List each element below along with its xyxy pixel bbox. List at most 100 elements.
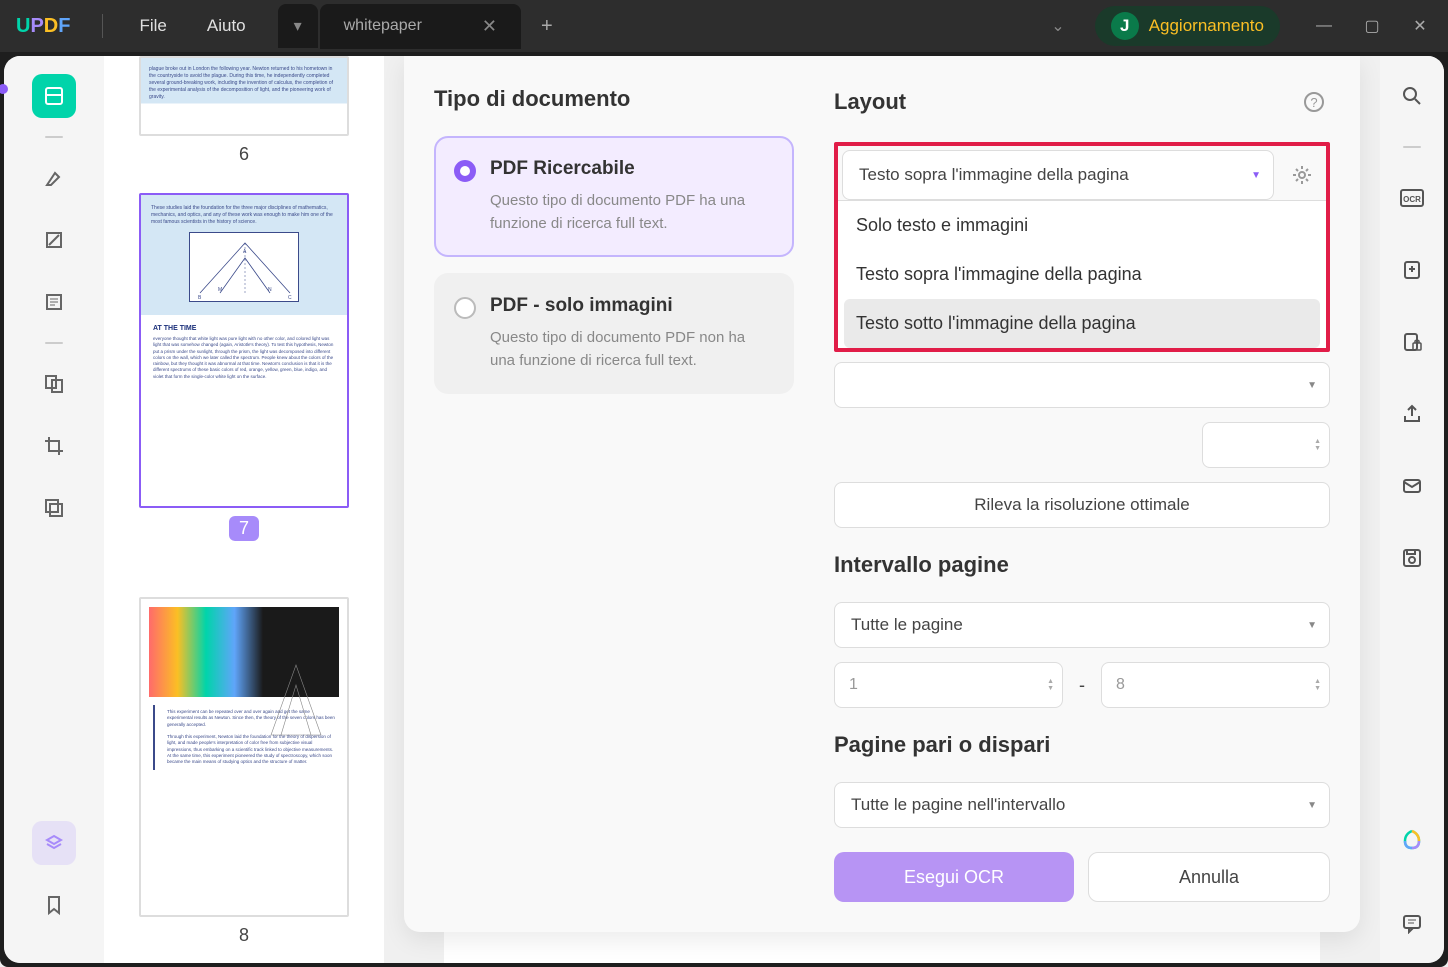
- radio-searchable-pdf[interactable]: PDF Ricercabile Questo tipo di documento…: [434, 136, 794, 257]
- spinner-icon[interactable]: ▲▼: [1314, 678, 1321, 692]
- help-button[interactable]: ?: [1298, 86, 1330, 118]
- email-button[interactable]: [1390, 464, 1434, 508]
- range-to-input[interactable]: 8 ▲▼: [1101, 662, 1330, 708]
- svg-text:?: ?: [1310, 95, 1317, 110]
- tab-list-dropdown[interactable]: ▾: [278, 4, 318, 48]
- input-value: 8: [1116, 676, 1125, 694]
- pages-icon: [43, 373, 65, 395]
- pen-tool[interactable]: [32, 218, 76, 262]
- separator: [1403, 146, 1421, 148]
- highlighter-tool[interactable]: [32, 156, 76, 200]
- ocr-icon: OCR: [1399, 188, 1425, 208]
- layout-option-text-over[interactable]: Testo sopra l'immagine della pagina: [838, 250, 1326, 299]
- radio-description: Questo tipo di documento PDF ha una funz…: [490, 190, 772, 235]
- ai-assistant-button[interactable]: [1390, 819, 1434, 863]
- language-select[interactable]: ▼: [834, 362, 1330, 408]
- main-content: the rainbow, but they thought it was abn…: [384, 56, 1380, 963]
- text-tool[interactable]: [32, 280, 76, 324]
- share-button[interactable]: [1390, 392, 1434, 436]
- search-button[interactable]: [1390, 74, 1434, 118]
- add-tab-button[interactable]: +: [521, 15, 573, 38]
- range-separator: -: [1079, 675, 1085, 696]
- spinner-icon[interactable]: ▲▼: [1047, 678, 1054, 692]
- share-icon: [1401, 403, 1423, 425]
- update-label: Aggiornamento: [1149, 16, 1264, 36]
- maximize-button[interactable]: ▢: [1360, 14, 1384, 38]
- separator: [45, 136, 63, 138]
- layout-dropdown-highlighted: Testo sopra l'immagine della pagina ▼ So…: [834, 142, 1330, 352]
- settings-button[interactable]: [1286, 159, 1318, 191]
- layers-panel[interactable]: [32, 821, 76, 865]
- thumb-number-6: 6: [134, 144, 354, 165]
- odd-even-select[interactable]: Tutte le pagine nell'intervallo ▼: [834, 782, 1330, 828]
- radio-images-only[interactable]: PDF - solo immagini Questo tipo di docum…: [434, 273, 794, 394]
- layout-option-text-images[interactable]: Solo testo e immagini: [838, 201, 1326, 250]
- comment-button[interactable]: [1390, 901, 1434, 945]
- svg-text:B: B: [198, 295, 202, 301]
- lock-page-icon: [1401, 331, 1423, 353]
- radio-label: PDF Ricercabile: [490, 158, 772, 180]
- bookmarks-panel[interactable]: [32, 883, 76, 927]
- chevron-down-icon: ▼: [1307, 380, 1317, 391]
- titlebar: UPDF File Aiuto ▾ whitepaper ✕ + ⌄ J Agg…: [0, 0, 1448, 52]
- tab-label: whitepaper: [344, 17, 422, 35]
- convert-button[interactable]: [1390, 248, 1434, 292]
- organize-tool[interactable]: [32, 362, 76, 406]
- save-button[interactable]: [1390, 536, 1434, 580]
- thumbnail-page-7[interactable]: These studies laid the foundation for th…: [139, 193, 349, 508]
- chevron-down-icon: ▼: [1307, 800, 1317, 811]
- ocr-panel: Tipo di documento PDF Ricercabile Questo…: [404, 56, 1360, 932]
- tabs-overflow-icon[interactable]: ⌄: [1051, 16, 1064, 36]
- thumb-preview-text: These studies laid the foundation for th…: [151, 205, 337, 226]
- crop-tool[interactable]: [32, 424, 76, 468]
- redact-tool[interactable]: [32, 486, 76, 530]
- svg-text:A: A: [243, 249, 247, 255]
- menu-file[interactable]: File: [119, 10, 186, 42]
- comment-icon: [1401, 912, 1423, 934]
- ocr-button[interactable]: OCR: [1390, 176, 1434, 220]
- update-badge[interactable]: J Aggiornamento: [1095, 6, 1280, 46]
- save-icon: [1401, 547, 1423, 569]
- chevron-down-icon: ▼: [1251, 170, 1261, 181]
- avatar: J: [1111, 12, 1139, 40]
- minimize-button[interactable]: —: [1312, 14, 1336, 38]
- search-icon: [1401, 85, 1423, 107]
- thumbnail-page-8[interactable]: This experiment can be repeated over and…: [139, 597, 349, 917]
- svg-text:OCR: OCR: [1403, 195, 1421, 204]
- thumbnails-panel[interactable]: plague broke out in London the following…: [104, 56, 384, 963]
- page-range-select[interactable]: Tutte le pagine ▼: [834, 602, 1330, 648]
- thumb-headline: AT THE TIME: [153, 325, 335, 332]
- svg-text:M: M: [218, 287, 222, 293]
- doc-type-title: Tipo di documento: [434, 86, 794, 112]
- dpi-input[interactable]: ▲▼: [1202, 422, 1330, 468]
- layers-icon: [43, 497, 65, 519]
- radio-icon: [454, 160, 476, 182]
- thumbnail-page-6[interactable]: plague broke out in London the following…: [139, 56, 349, 136]
- thumbnails-tool[interactable]: [32, 74, 76, 118]
- select-value: Testo sopra l'immagine della pagina: [859, 165, 1129, 185]
- odd-even-title: Pagine pari o dispari: [834, 732, 1330, 758]
- protect-button[interactable]: [1390, 320, 1434, 364]
- layout-dropdown-list: Solo testo e immagini Testo sopra l'imma…: [838, 200, 1326, 348]
- spinner-icon[interactable]: ▲▼: [1314, 438, 1321, 452]
- range-from-input[interactable]: 1 ▲▼: [834, 662, 1063, 708]
- cancel-button[interactable]: Annulla: [1088, 852, 1330, 902]
- mail-icon: [1401, 475, 1423, 497]
- select-value: Tutte le pagine nell'intervallo: [851, 795, 1065, 815]
- highlighter-icon: [43, 167, 65, 189]
- page-icon: [43, 85, 65, 107]
- layout-select[interactable]: Testo sopra l'immagine della pagina ▼: [842, 150, 1274, 200]
- layout-option-text-under[interactable]: Testo sotto l'immagine della pagina: [844, 299, 1320, 348]
- thumb-number-7: 7: [229, 516, 259, 541]
- close-button[interactable]: ✕: [1408, 14, 1432, 38]
- execute-ocr-button[interactable]: Esegui OCR: [834, 852, 1074, 902]
- menu-aiuto[interactable]: Aiuto: [187, 10, 266, 42]
- stack-icon: [43, 832, 65, 854]
- thumb-number-8: 8: [134, 925, 354, 946]
- close-tab-icon[interactable]: ✕: [482, 16, 497, 37]
- layout-title: Layout: [834, 89, 906, 115]
- diagram-preview: AMNBC: [189, 232, 299, 302]
- detect-resolution-button[interactable]: Rileva la risoluzione ottimale: [834, 482, 1330, 528]
- gear-icon: [1291, 164, 1313, 186]
- document-tab[interactable]: whitepaper ✕: [320, 4, 521, 49]
